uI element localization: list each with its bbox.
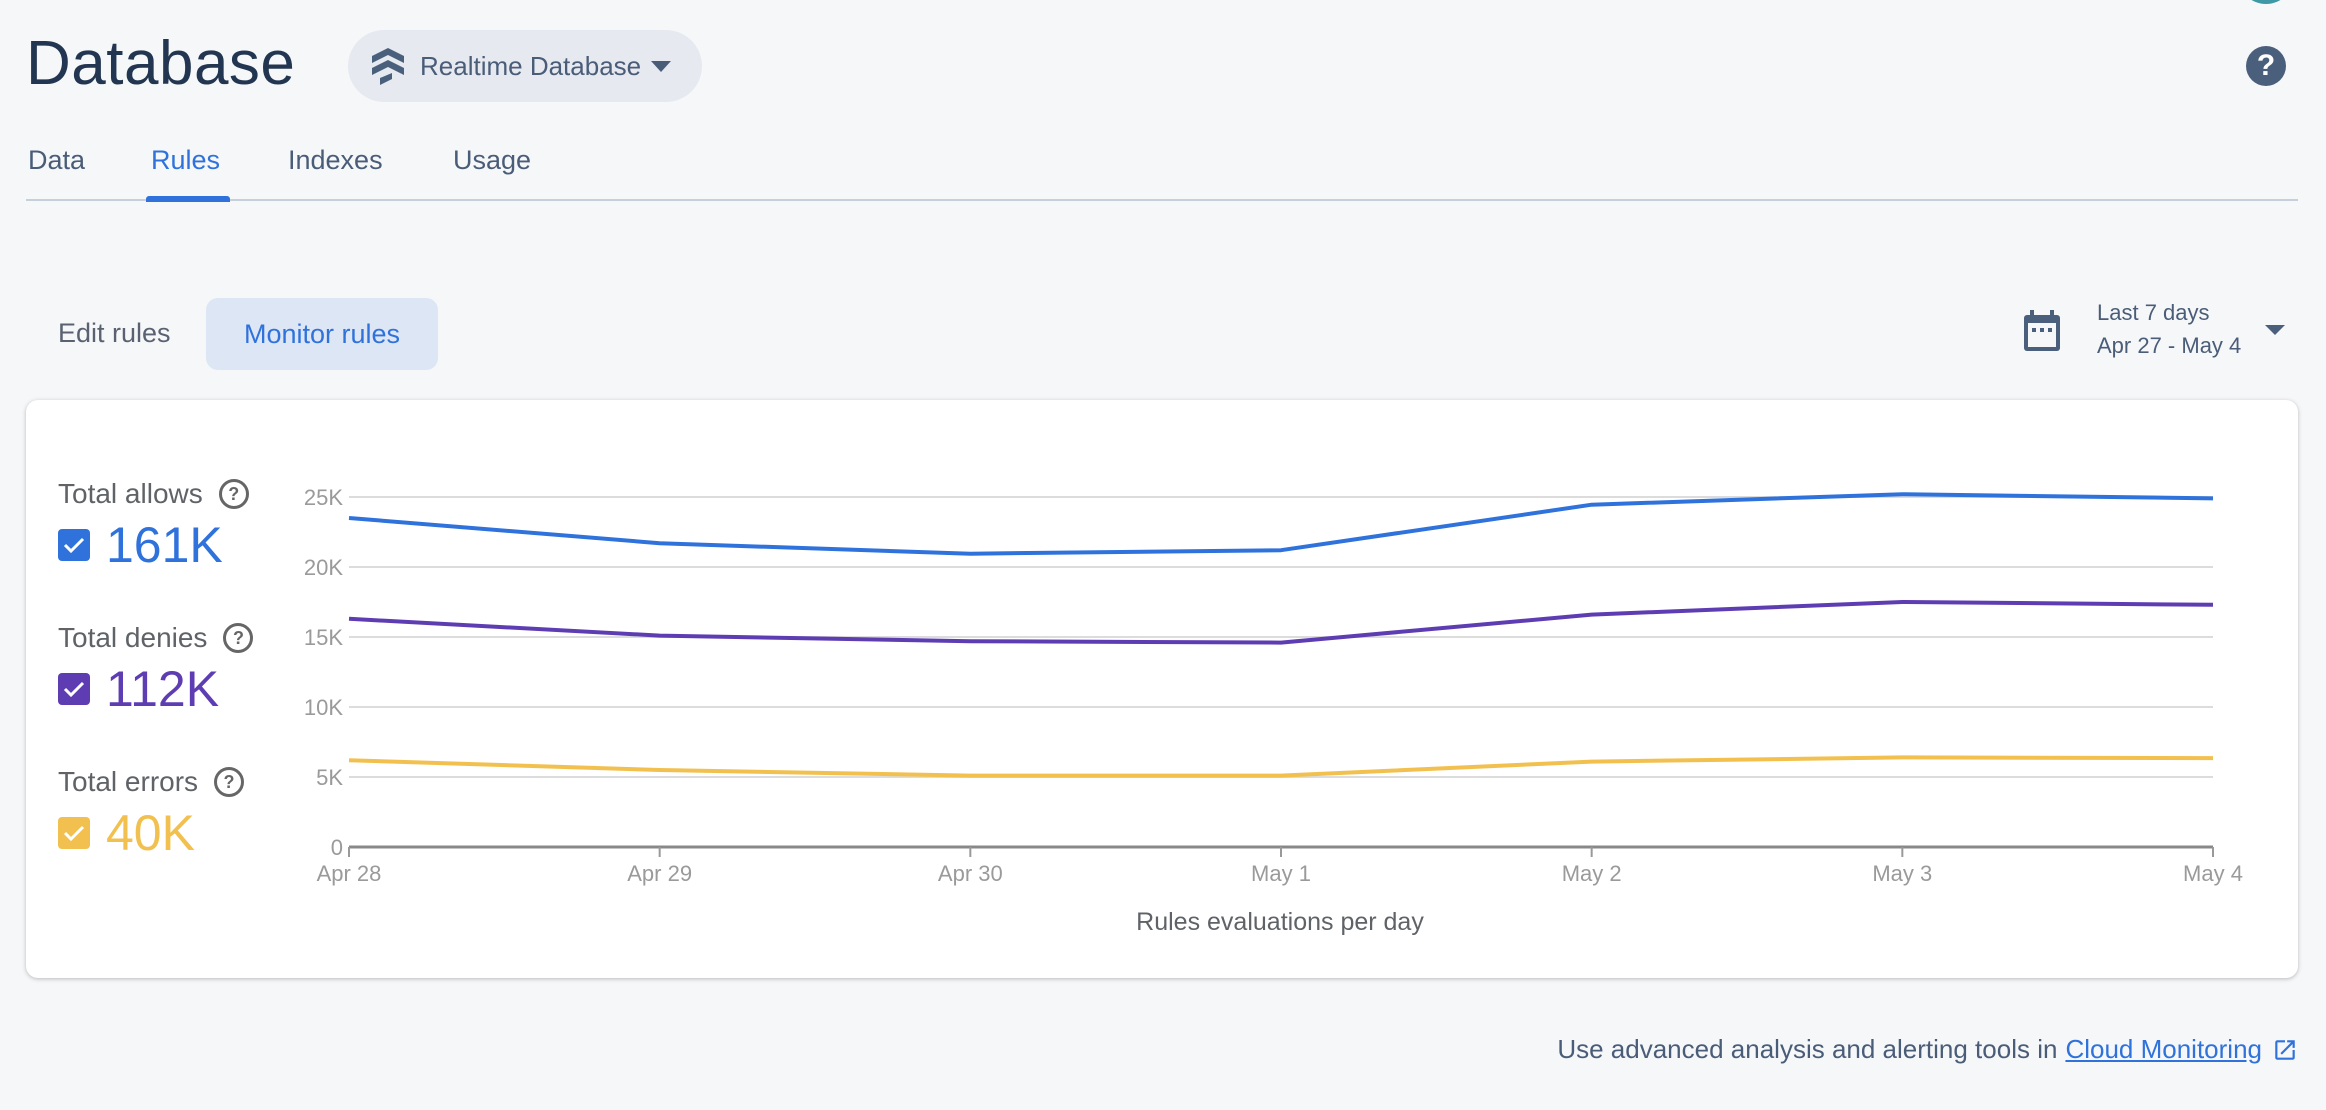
x-tick-label: May 1 xyxy=(1251,861,1311,886)
x-tick-label: Apr 28 xyxy=(317,861,382,886)
x-tick-label: May 4 xyxy=(2183,861,2243,886)
y-tick-label: 20K xyxy=(304,555,343,580)
y-tick-label: 15K xyxy=(304,625,343,650)
x-tick-label: May 3 xyxy=(1872,861,1932,886)
series-line-total-allows xyxy=(348,492,2214,556)
x-tick-label: Apr 29 xyxy=(627,861,692,886)
y-tick-label: 0 xyxy=(331,835,343,860)
external-link-icon[interactable] xyxy=(2272,1037,2298,1063)
footer: Use advanced analysis and alerting tools… xyxy=(1557,1034,2298,1065)
x-tick-label: May 2 xyxy=(1562,861,1622,886)
line-chart: 0 5K 10K 15K 20K 25K Apr 28 Apr 29 Apr 30 May 1 Ma… xyxy=(304,485,2243,886)
x-axis-title: Rules evaluations per day xyxy=(1136,908,1424,936)
footer-text: Use advanced analysis and alerting tools… xyxy=(1557,1034,2058,1064)
y-tick-label: 25K xyxy=(304,485,343,510)
series-line-total-errors xyxy=(348,755,2214,778)
y-tick-label: 5K xyxy=(316,765,343,790)
x-tick-label: Apr 30 xyxy=(938,861,1003,886)
y-tick-label: 10K xyxy=(304,695,343,720)
cloud-monitoring-link[interactable]: Cloud Monitoring xyxy=(2065,1034,2262,1065)
